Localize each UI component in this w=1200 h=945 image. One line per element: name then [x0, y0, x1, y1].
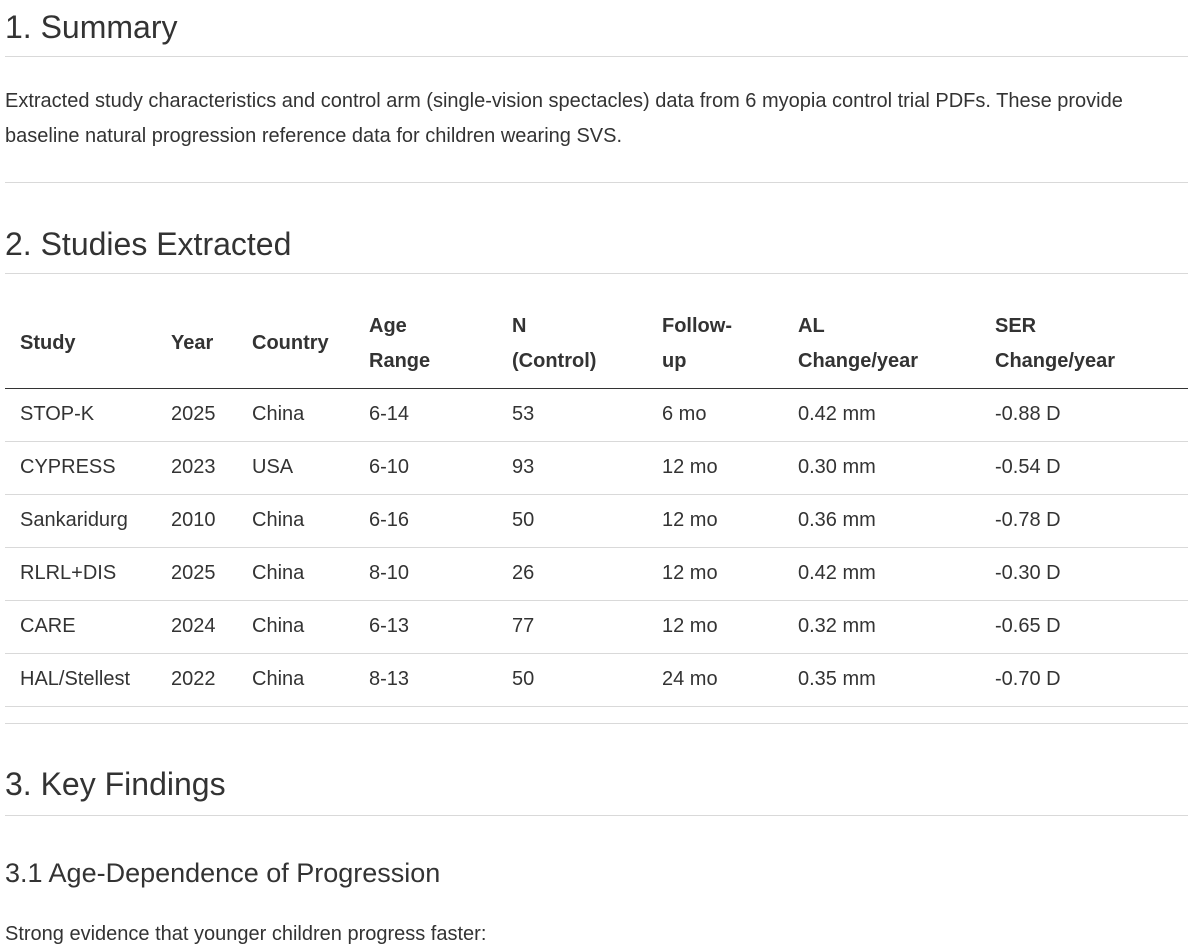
column-header-line: up: [662, 349, 687, 372]
table-cell: 53: [497, 388, 647, 442]
table-cell: -0.78 D: [980, 494, 1188, 548]
table-cell: 6-14: [354, 388, 497, 442]
column-header-line: Age: [369, 314, 407, 337]
table-cell: 2023: [156, 441, 237, 495]
table-cell: 2022: [156, 653, 237, 707]
studies-heading: 2. Studies Extracted: [5, 226, 292, 262]
column-header-line: Change/year: [995, 349, 1116, 372]
column-header: Year: [156, 300, 237, 389]
table-cell: 50: [497, 494, 647, 548]
column-header: Study: [5, 300, 156, 389]
studies-table: Study Year Country Age Range N (Control) Follow…: [5, 300, 1188, 707]
column-header-line: Year: [171, 332, 214, 355]
table-cell: 0.42 mm: [783, 388, 980, 442]
studies-heading-rule: [5, 273, 1188, 274]
table-cell: 2025: [156, 547, 237, 601]
table-cell: -0.88 D: [980, 388, 1188, 442]
table-cell: China: [237, 547, 354, 601]
column-header-line: Study: [20, 332, 76, 355]
table-row: Sankaridurg 2010 China 6-16 50 12 mo 0.36 mm -0…: [5, 494, 1188, 548]
table-cell: 6-16: [354, 494, 497, 548]
table-cell: 2010: [156, 494, 237, 548]
summary-paragraph: Extracted study characteristics and cont…: [5, 90, 1123, 147]
table-cell: 50: [497, 653, 647, 707]
table-cell: Sankaridurg: [5, 494, 156, 548]
table-cell: 6 mo: [647, 388, 783, 442]
column-header: Country: [237, 300, 354, 389]
section-separator: [5, 182, 1188, 183]
column-header: N (Control): [497, 300, 647, 389]
table-cell: 93: [497, 441, 647, 495]
column-header-line: (Control): [512, 349, 597, 372]
column-header-line: Country: [252, 332, 329, 355]
table-cell: China: [237, 653, 354, 707]
column-header: Age Range: [354, 300, 497, 389]
table-cell: China: [237, 388, 354, 442]
table-cell: 24 mo: [647, 653, 783, 707]
table-cell: USA: [237, 441, 354, 495]
table-cell: -0.30 D: [980, 547, 1188, 601]
table-cell: RLRL+DIS: [5, 547, 156, 601]
column-header: AL Change/year: [783, 300, 980, 389]
table-cell: 6-13: [354, 600, 497, 654]
column-header-line: Change/year: [798, 349, 919, 372]
table-cell: -0.65 D: [980, 600, 1188, 654]
table-cell: 0.36 mm: [783, 494, 980, 548]
findings-heading-rule: [5, 815, 1188, 816]
table-row: CARE 2024 China 6-13 77 12 mo 0.32 mm -0.65 D: [5, 600, 1188, 654]
table-cell: STOP-K: [5, 388, 156, 442]
section-separator: [5, 723, 1188, 724]
column-header: Follow-up: [647, 300, 783, 389]
table-cell: 0.32 mm: [783, 600, 980, 654]
document-page: 1. Summary Extracted study characteristi…: [0, 0, 1200, 945]
column-header: SER Change/year: [980, 300, 1188, 389]
table-cell: 77: [497, 600, 647, 654]
table-cell: 2024: [156, 600, 237, 654]
table-row: CYPRESS 2023 USA 6-10 93 12 mo 0.30 mm -0.54 D: [5, 441, 1188, 495]
table-cell: 0.42 mm: [783, 547, 980, 601]
table-body: STOP-K 2025 China 6-14 53 6 mo 0.42 mm -0.88 DC…: [5, 388, 1188, 707]
table-cell: 12 mo: [647, 441, 783, 495]
table-row: HAL/Stellest 2022 China 8-13 50 24 mo 0.35 mm -…: [5, 653, 1188, 707]
table-cell: HAL/Stellest: [5, 653, 156, 707]
table-cell: CARE: [5, 600, 156, 654]
table-row: STOP-K 2025 China 6-14 53 6 mo 0.42 mm -0.88 D: [5, 388, 1188, 442]
table-cell: 6-10: [354, 441, 497, 495]
table-cell: 0.30 mm: [783, 441, 980, 495]
summary-heading: 1. Summary: [5, 9, 178, 45]
column-header-line: N: [512, 314, 527, 337]
table-cell: 26: [497, 547, 647, 601]
table-cell: 12 mo: [647, 547, 783, 601]
column-header-line: SER: [995, 314, 1037, 337]
table-cell: -0.70 D: [980, 653, 1188, 707]
table-cell: 12 mo: [647, 494, 783, 548]
age-dependence-subheading: 3.1 Age-Dependence of Progression: [5, 858, 441, 888]
table-cell: China: [237, 494, 354, 548]
summary-heading-rule: [5, 56, 1188, 57]
table-cell: 2025: [156, 388, 237, 442]
table-cell: CYPRESS: [5, 441, 156, 495]
table-row: RLRL+DIS 2025 China 8-10 26 12 mo 0.42 mm -0.30…: [5, 547, 1188, 601]
table-cell: 0.35 mm: [783, 653, 980, 707]
table-cell: -0.54 D: [980, 441, 1188, 495]
column-header-line: AL: [798, 314, 825, 337]
table-cell: 8-13: [354, 653, 497, 707]
findings-intro: Strong evidence that younger children pr…: [5, 923, 487, 945]
findings-heading: 3. Key Findings: [5, 766, 226, 802]
table-cell: China: [237, 600, 354, 654]
column-header-line: Follow-: [662, 314, 732, 337]
table-cell: 8-10: [354, 547, 497, 601]
table-header-row: Study Year Country Age Range N (Control) Follow…: [5, 300, 1188, 389]
column-header-line: Range: [369, 349, 431, 372]
table-cell: 12 mo: [647, 600, 783, 654]
